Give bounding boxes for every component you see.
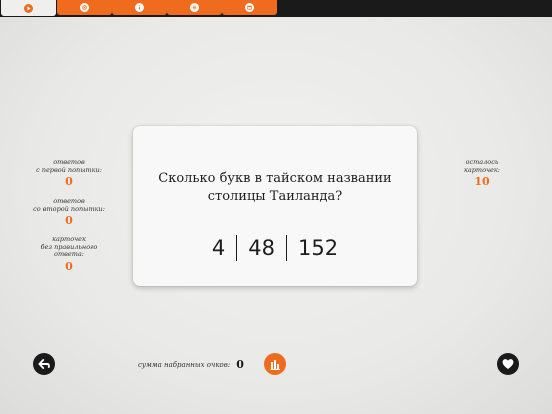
stat-no-correct-label: карточек без правильного ответа: — [40, 235, 98, 258]
score-value: 0 — [236, 358, 244, 371]
score-label: сумма набранных очков: — [138, 360, 231, 369]
statistics-button[interactable] — [264, 353, 286, 375]
stat-first-attempt: ответов с первой попытки: 0 — [20, 158, 118, 188]
info-icon — [135, 3, 144, 12]
stat-no-correct: карточек без правильного ответа: 0 — [20, 235, 118, 273]
play-icon — [24, 3, 33, 13]
gear-icon — [80, 3, 89, 12]
answer-option-1[interactable]: 4 — [201, 236, 236, 260]
tab-store[interactable] — [222, 0, 277, 15]
answer-options: 4 48 152 — [133, 235, 417, 261]
tab-info[interactable] — [112, 0, 167, 15]
heart-icon — [502, 359, 514, 369]
tab-settings[interactable] — [57, 0, 112, 15]
tab-play[interactable] — [1, 0, 56, 16]
answer-option-3[interactable]: 152 — [287, 236, 349, 260]
stat-cards-left-value: 10 — [474, 175, 490, 188]
top-tab-bar — [0, 0, 552, 17]
question-card: Сколько букв в тайском названии столицы … — [133, 126, 417, 286]
list-icon — [190, 3, 199, 12]
stat-first-attempt-label: ответов с первой попытки: — [36, 158, 102, 174]
stat-second-attempt: ответов со второй попытки: 0 — [20, 197, 118, 227]
answer-option-2[interactable]: 48 — [237, 236, 286, 260]
question-text: Сколько букв в тайском названии столицы … — [158, 171, 392, 204]
stat-first-attempt-value: 0 — [65, 175, 73, 188]
tab-list[interactable] — [167, 0, 222, 15]
store-icon — [245, 3, 254, 12]
stat-cards-left: осталось карточек: 10 — [444, 158, 520, 188]
stat-no-correct-value: 0 — [65, 259, 73, 273]
score-summary: сумма набранных очков: 0 — [138, 358, 244, 371]
stat-cards-left-label: осталось карточек: — [464, 158, 500, 174]
stat-second-attempt-value: 0 — [65, 214, 73, 227]
back-button[interactable] — [33, 353, 55, 375]
arrow-left-icon — [38, 359, 50, 369]
favorite-button[interactable] — [497, 353, 519, 375]
bar-chart-icon — [270, 359, 280, 370]
stat-second-attempt-label: ответов со второй попытки: — [33, 197, 105, 213]
